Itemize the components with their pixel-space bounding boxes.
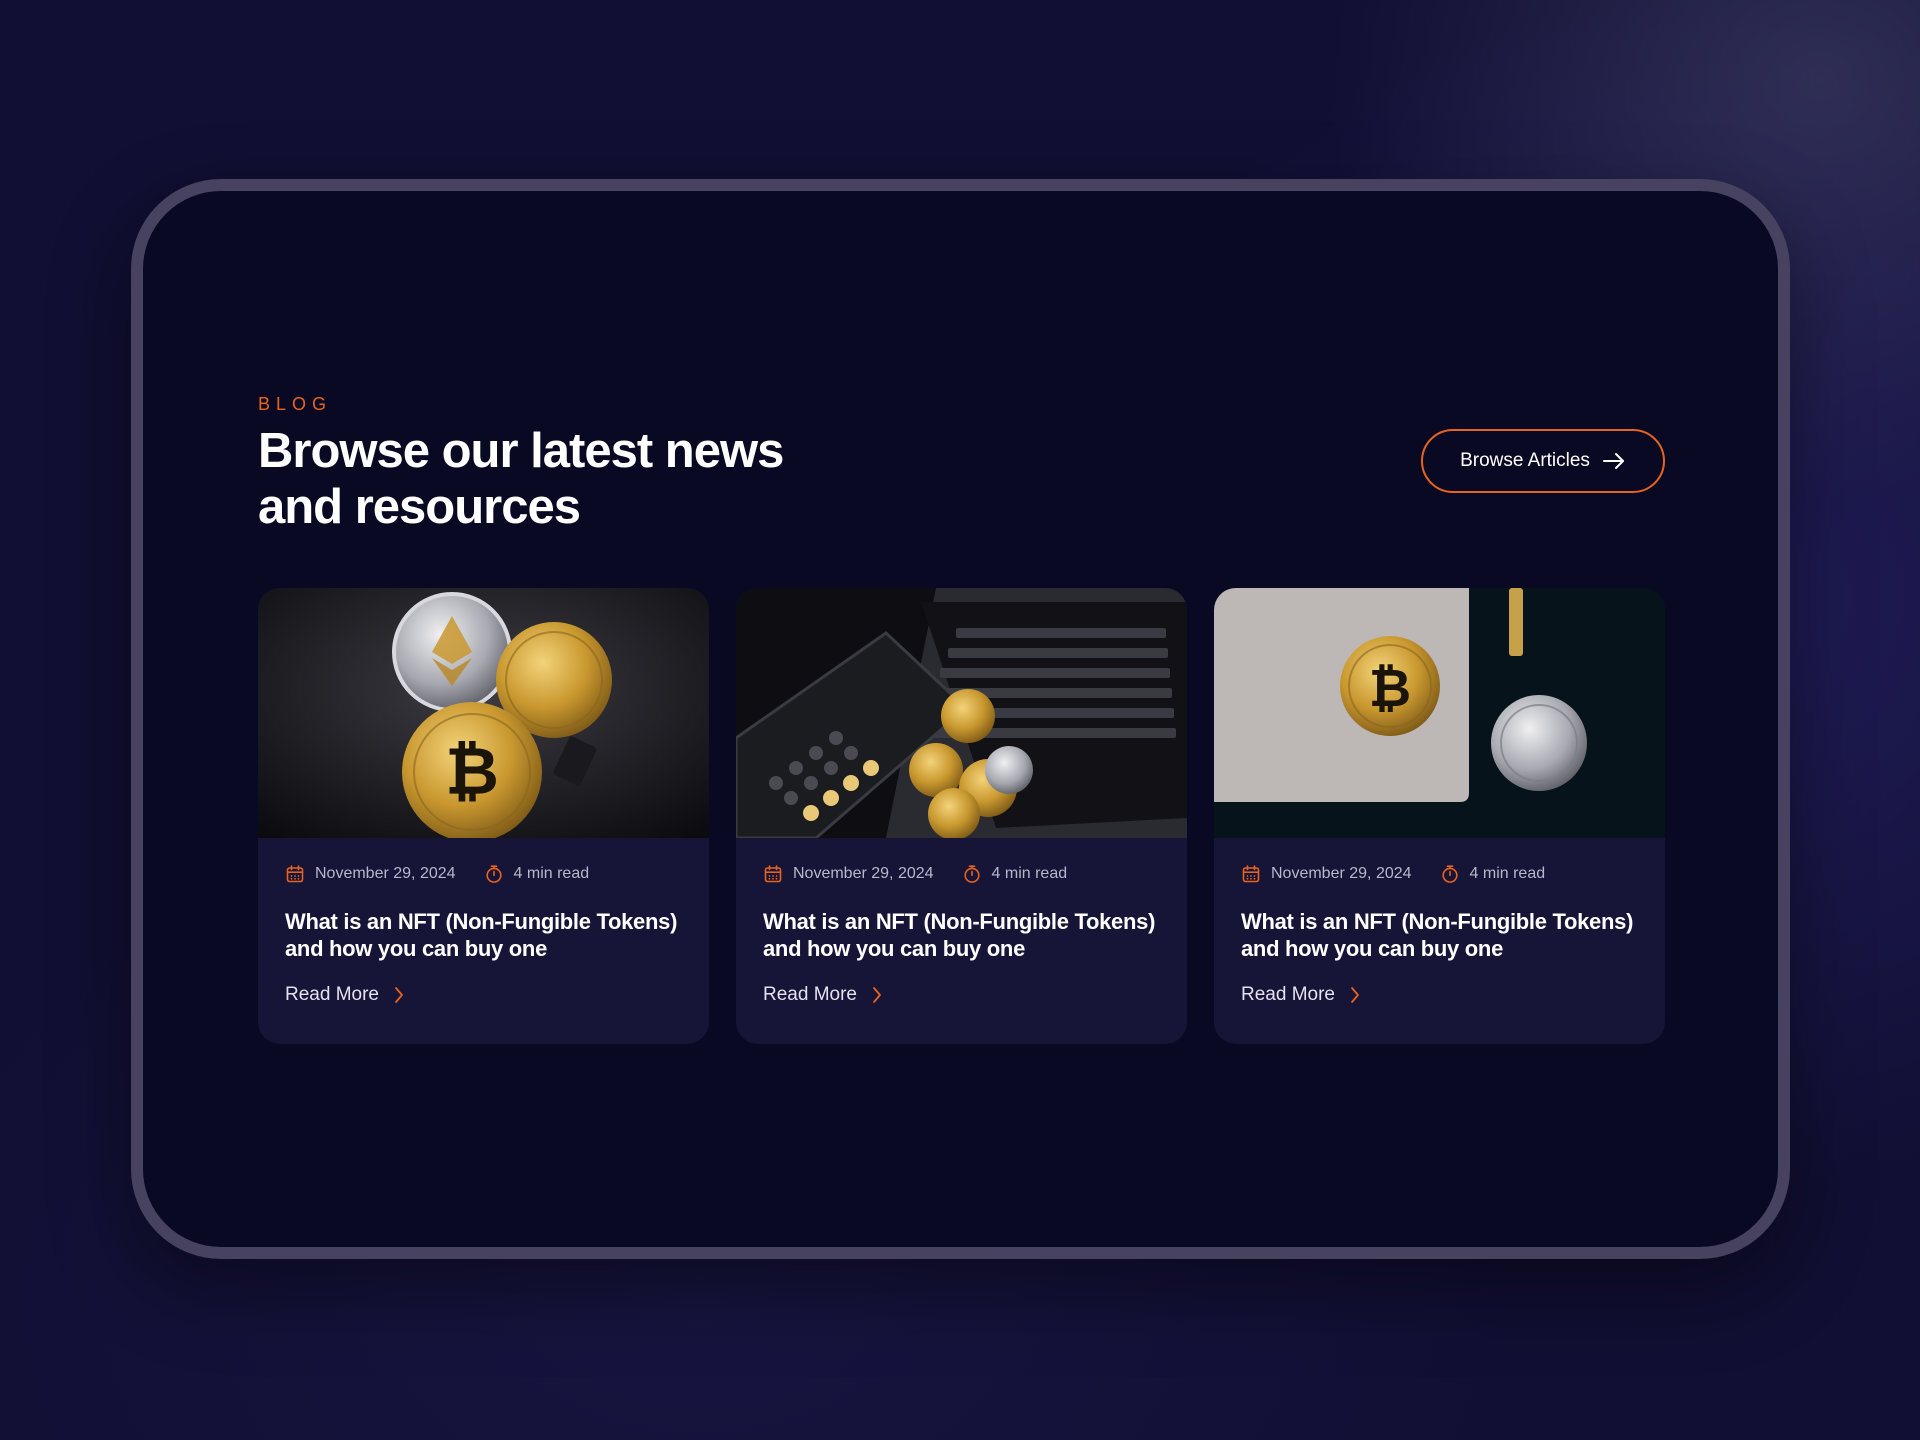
stopwatch-icon	[962, 864, 982, 884]
svg-text:₿: ₿	[445, 733, 499, 810]
calendar-icon	[1241, 864, 1261, 884]
chevron-right-icon	[871, 985, 883, 1005]
read-more-label: Read More	[1241, 984, 1335, 1005]
card-title[interactable]: What is an NFT (Non-Fungible Tokens) and…	[1241, 908, 1651, 962]
card-date: November 29, 2024	[1271, 865, 1412, 882]
calendar-icon	[285, 864, 305, 884]
card-read-time: 4 min read	[991, 865, 1068, 882]
arrow-right-icon	[1602, 453, 1624, 469]
card-meta: November 29, 2024 4 min read	[1241, 864, 1545, 884]
read-more-link[interactable]: Read More	[285, 984, 405, 1006]
browse-articles-label: Browse Articles	[1460, 450, 1590, 471]
blog-section: BLOG Browse our latest news and resource…	[258, 0, 1665, 1440]
section-headline: Browse our latest news and resources	[258, 424, 784, 534]
stopwatch-icon	[484, 864, 504, 884]
card-title[interactable]: What is an NFT (Non-Fungible Tokens) and…	[285, 908, 695, 962]
browse-articles-button[interactable]: Browse Articles	[1421, 429, 1665, 493]
article-cards: ₿ November 29, 2024 4 min read What is a…	[258, 588, 1665, 1044]
article-card[interactable]: ₿ November 29, 2024 4 min read What is a…	[258, 588, 709, 1044]
card-title[interactable]: What is an NFT (Non-Fungible Tokens) and…	[763, 908, 1173, 962]
chevron-right-icon	[393, 985, 405, 1005]
article-card[interactable]: ₿ November 29, 2024 4 min read What is a…	[1214, 588, 1665, 1044]
card-meta: November 29, 2024 4 min read	[285, 864, 589, 884]
card-date: November 29, 2024	[315, 865, 456, 882]
section-eyebrow: BLOG	[258, 394, 333, 414]
svg-text:₿: ₿	[1369, 659, 1411, 719]
read-more-link[interactable]: Read More	[763, 984, 883, 1006]
article-card[interactable]: November 29, 2024 4 min read What is an …	[736, 588, 1187, 1044]
card-read-time: 4 min read	[513, 865, 590, 882]
card-meta: November 29, 2024 4 min read	[763, 864, 1067, 884]
crypto-coins-image: ₿	[258, 588, 709, 838]
read-more-label: Read More	[285, 984, 379, 1005]
read-more-link[interactable]: Read More	[1241, 984, 1361, 1006]
bitcoin-on-laptop-image: ₿	[1214, 588, 1665, 838]
card-date: November 29, 2024	[793, 865, 934, 882]
read-more-label: Read More	[763, 984, 857, 1005]
laptop-calculator-coins-image	[736, 588, 1187, 838]
chevron-right-icon	[1349, 985, 1361, 1005]
card-read-time: 4 min read	[1469, 865, 1546, 882]
stopwatch-icon	[1440, 864, 1460, 884]
calendar-icon	[763, 864, 783, 884]
